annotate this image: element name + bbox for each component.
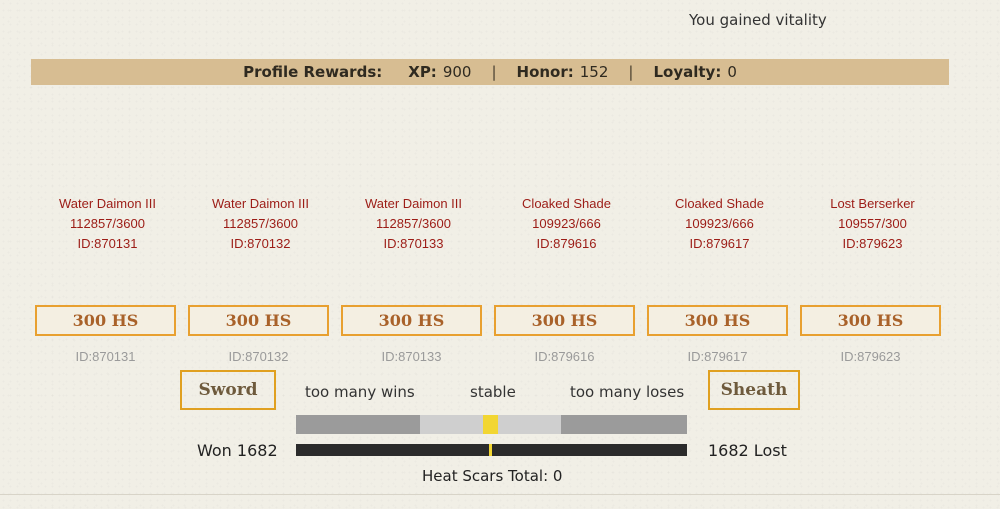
- enemy-hp: 112857/3600: [376, 216, 451, 231]
- attack-hs-button[interactable]: 300 HS: [494, 305, 635, 336]
- attack-hs-button[interactable]: 300 HS: [647, 305, 788, 336]
- button-enemy-id: ID:879616: [534, 349, 595, 364]
- win-loss-marker: [489, 444, 492, 456]
- enemy-name: Water Daimon III: [364, 196, 463, 211]
- enemy-id: ID:870131: [77, 236, 138, 251]
- vitality-notice: You gained vitality: [689, 11, 827, 29]
- too-many-wins-label: too many wins: [305, 383, 415, 401]
- enemy-hp: 109923/666: [685, 216, 754, 231]
- enemy-name: Cloaked Shade: [675, 196, 764, 211]
- attack-hs-button[interactable]: 300 HS: [341, 305, 482, 336]
- rewards-separator: |: [628, 63, 634, 81]
- loyalty-value: 0: [727, 63, 737, 81]
- button-enemy-id: ID:870132: [228, 349, 289, 364]
- enemy-info: Water Daimon III 112857/3600 ID:870132: [184, 194, 337, 254]
- attack-hs-button[interactable]: 300 HS: [188, 305, 329, 336]
- stable-label: stable: [470, 383, 516, 401]
- sword-button[interactable]: Sword: [180, 370, 276, 410]
- loyalty-label: Loyalty:: [653, 63, 722, 81]
- xp-label: XP:: [408, 63, 437, 81]
- meter-loses-zone: [561, 415, 687, 434]
- profile-rewards-label: Profile Rewards:: [243, 63, 383, 81]
- attack-hs-button[interactable]: 300 HS: [800, 305, 941, 336]
- xp-value: 900: [442, 63, 472, 81]
- enemy-id: ID:870132: [230, 236, 291, 251]
- enemy-info: Water Daimon III 112857/3600 ID:870133: [337, 194, 490, 254]
- enemy-name: Water Daimon III: [211, 196, 310, 211]
- meter-wins-zone: [296, 415, 420, 434]
- heat-scars-total: Heat Scars Total: 0: [422, 467, 563, 485]
- enemy-hp: 112857/3600: [223, 216, 298, 231]
- enemy-name: Lost Berserker: [830, 196, 915, 211]
- enemy-name: Water Daimon III: [58, 196, 157, 211]
- enemy-id: ID:870133: [383, 236, 444, 251]
- rewards-separator: |: [491, 63, 497, 81]
- sheath-button[interactable]: Sheath: [708, 370, 800, 410]
- enemy-id: ID:879616: [536, 236, 597, 251]
- button-enemy-id: ID:870133: [381, 349, 442, 364]
- enemy-name: Cloaked Shade: [522, 196, 611, 211]
- win-loss-bar: [296, 444, 687, 456]
- lost-count: 1682 Lost: [708, 441, 787, 460]
- enemy-info: Water Daimon III 112857/3600 ID:870131: [31, 194, 184, 254]
- attack-hs-button[interactable]: 300 HS: [35, 305, 176, 336]
- enemy-hp: 109557/300: [838, 216, 907, 231]
- profile-rewards-bar: Profile Rewards: XP: 900 | Honor: 152 | …: [31, 59, 949, 85]
- enemy-id: ID:879623: [842, 236, 903, 251]
- enemy-hp: 109923/666: [532, 216, 601, 231]
- button-enemy-id: ID:879617: [687, 349, 748, 364]
- button-enemy-id: ID:870131: [75, 349, 136, 364]
- enemy-info: Cloaked Shade 109923/666 ID:879616: [490, 194, 643, 254]
- honor-value: 152: [579, 63, 609, 81]
- button-enemy-id: ID:879623: [840, 349, 901, 364]
- won-count: Won 1682: [197, 441, 278, 460]
- divider: [0, 494, 1000, 495]
- enemy-info: Cloaked Shade 109923/666 ID:879617: [643, 194, 796, 254]
- honor-label: Honor:: [516, 63, 574, 81]
- enemy-hp: 112857/3600: [70, 216, 145, 231]
- enemy-info: Lost Berserker 109557/300 ID:879623: [796, 194, 949, 254]
- enemy-id: ID:879617: [689, 236, 750, 251]
- balance-marker: [483, 415, 498, 434]
- too-many-loses-label: too many loses: [570, 383, 685, 401]
- balance-meter: [296, 415, 687, 434]
